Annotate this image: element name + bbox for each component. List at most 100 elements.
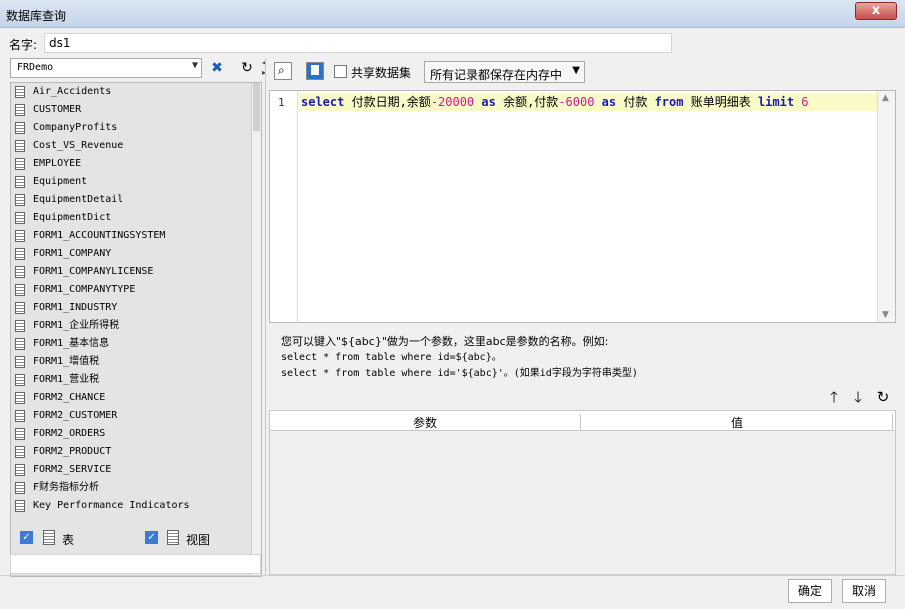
table-list-item[interactable]: FORM2_ORDERS [11, 425, 261, 443]
table-icon [15, 410, 25, 422]
show-views-label: 视图 [186, 533, 211, 547]
sql-line[interactable]: select 付款日期,余额-20000 as 余额,付款-6000 as 付款… [299, 93, 877, 111]
arrow-down-icon: 🡓 [854, 388, 862, 406]
table-list-scrollbar[interactable] [251, 83, 261, 576]
sql-keyword: as [474, 95, 496, 109]
table-icon [15, 104, 25, 116]
scroll-up-icon[interactable]: ▲ [882, 93, 889, 103]
table-list-item[interactable]: EquipmentDetail [11, 191, 261, 209]
column-header-value[interactable]: 值 [582, 414, 893, 431]
connection-select[interactable]: FRDemo ▼ [10, 58, 202, 78]
table-icon [15, 482, 25, 494]
window-title: 数据库查询 [6, 9, 67, 23]
share-dataset-checkbox[interactable] [334, 65, 347, 78]
editor-scrollbar[interactable]: ▲ ▼ [877, 91, 895, 322]
table-name: FORM1_基本信息 [33, 338, 110, 349]
table-name: FORM2_PRODUCT [33, 446, 112, 457]
table-list-item[interactable]: CompanyProfits [11, 119, 261, 137]
table-list-item[interactable]: FORM1_COMPANY [11, 245, 261, 263]
table-icon [15, 122, 25, 134]
preview-icon: ⌕ [278, 63, 285, 77]
sql-text: 账单明细表 [683, 95, 758, 109]
column-header-param[interactable]: 参数 [270, 414, 581, 431]
chevron-down-icon: ▼ [572, 65, 580, 76]
table-list-item[interactable]: FORM1_COMPANYTYPE [11, 281, 261, 299]
close-button[interactable]: x [855, 2, 897, 20]
param-button[interactable] [306, 62, 324, 80]
ok-button[interactable]: 确定 [788, 579, 832, 603]
sql-keyword: limit [757, 95, 795, 109]
preview-button[interactable]: ⌕ [274, 62, 292, 80]
table-name: EquipmentDict [33, 212, 112, 223]
table-list-item[interactable]: F财务指标分析 [11, 479, 261, 497]
hint-example: select * from table where id='${abc}'。(如… [281, 368, 638, 379]
table-list-item[interactable]: FORM1_企业所得税 [11, 317, 261, 335]
table-list-item[interactable]: FORM1_INDUSTRY [11, 299, 261, 317]
table-name: EMPLOYEE [33, 158, 82, 169]
table-list-item[interactable]: FORM1_增值税 [11, 353, 261, 371]
name-input[interactable] [44, 33, 672, 53]
move-down-button[interactable]: 🡓 [849, 388, 867, 406]
hint-line: 您可以键入"${abc}"做为一个参数，这里abc是参数的名称。例如: [281, 335, 609, 348]
refresh-icon: ↻ [876, 388, 890, 406]
table-icon [15, 392, 25, 404]
sql-number: -6000 [558, 95, 595, 109]
table-list-item[interactable]: FORM1_COMPANYLICENSE [11, 263, 261, 281]
table-list: Air_Accidents CUSTOMER CompanyProfits Cost_… [10, 82, 262, 577]
table-name: Key Performance Indicators [33, 500, 190, 511]
table-list-item[interactable]: FORM2_CHANCE [11, 389, 261, 407]
table-list-item[interactable]: FORM1_ACCOUNTINGSYSTEM [11, 227, 261, 245]
sql-text: 余额,付款 [495, 95, 559, 109]
connection-settings-button[interactable]: ✖ [206, 58, 228, 78]
table-list-item[interactable]: FORM1_营业税 [11, 371, 261, 389]
table-icon [15, 212, 25, 224]
line-number: 1 [278, 96, 285, 109]
table-name: FORM1_COMPANY [33, 248, 112, 259]
table-list-item[interactable]: Cost_VS_Revenue [11, 137, 261, 155]
table-list-item[interactable]: FORM2_PRODUCT [11, 443, 261, 461]
table-list-item[interactable]: EquipmentDict [11, 209, 261, 227]
table-name: F财务指标分析 [33, 482, 100, 493]
table-list-item[interactable]: Equipment [11, 173, 261, 191]
table-list-item[interactable]: FORM2_CUSTOMER [11, 407, 261, 425]
parameter-table-header: 参数 值 [270, 411, 895, 431]
storage-mode-select[interactable]: 所有记录都保存在内存中 ▼ [424, 61, 585, 83]
scrollbar-thumb[interactable] [253, 83, 260, 131]
table-icon [15, 158, 25, 170]
refresh-params-button[interactable]: ↻ [874, 388, 892, 406]
show-tables-checkbox[interactable]: ✓ [20, 531, 33, 544]
refresh-tables-button[interactable]: ↻ [236, 58, 258, 78]
right-panel: ⌕ 共享数据集 所有记录都保存在内存中 ▼ 1 select 付款日期,余额-2… [269, 58, 896, 575]
line-gutter: 1 [270, 91, 298, 322]
table-icon [15, 338, 25, 350]
sql-editor[interactable]: 1 select 付款日期,余额-20000 as 余额,付款-6000 as … [269, 90, 896, 323]
panel-divider[interactable] [265, 58, 268, 575]
table-list-item[interactable]: Key Performance Indicators [11, 497, 261, 515]
table-icon [15, 302, 25, 314]
refresh-icon: ↻ [241, 60, 253, 76]
table-list-item[interactable]: CUSTOMER [11, 101, 261, 119]
table-name: FORM1_ACCOUNTINGSYSTEM [33, 230, 166, 241]
table-icon [43, 530, 55, 545]
cancel-button[interactable]: 取消 [842, 579, 886, 603]
show-views-checkbox[interactable]: ✓ [145, 531, 158, 544]
move-up-button[interactable]: 🡑 [825, 388, 843, 406]
sql-keyword: select [301, 95, 345, 109]
table-list-item[interactable]: Air_Accidents [11, 83, 261, 101]
sql-text: 付款 [616, 95, 655, 109]
table-search-input[interactable] [10, 554, 261, 574]
table-list-item[interactable]: EMPLOYEE [11, 155, 261, 173]
table-icon [15, 176, 25, 188]
table-name: Cost_VS_Revenue [33, 140, 124, 151]
table-icon [15, 248, 25, 260]
scroll-down-icon[interactable]: ▼ [882, 310, 889, 320]
table-list-item[interactable]: FORM1_基本信息 [11, 335, 261, 353]
show-tables-label: 表 [62, 533, 75, 547]
table-name: FORM1_INDUSTRY [33, 302, 118, 313]
table-icon [15, 284, 25, 296]
table-name: FORM1_COMPANYTYPE [33, 284, 136, 295]
table-list-item[interactable]: FORM2_SERVICE [11, 461, 261, 479]
query-toolbar: ⌕ 共享数据集 所有记录都保存在内存中 ▼ [269, 58, 896, 86]
arrow-up-icon: 🡑 [830, 388, 838, 406]
button-bar: 确定 取消 [0, 575, 905, 609]
